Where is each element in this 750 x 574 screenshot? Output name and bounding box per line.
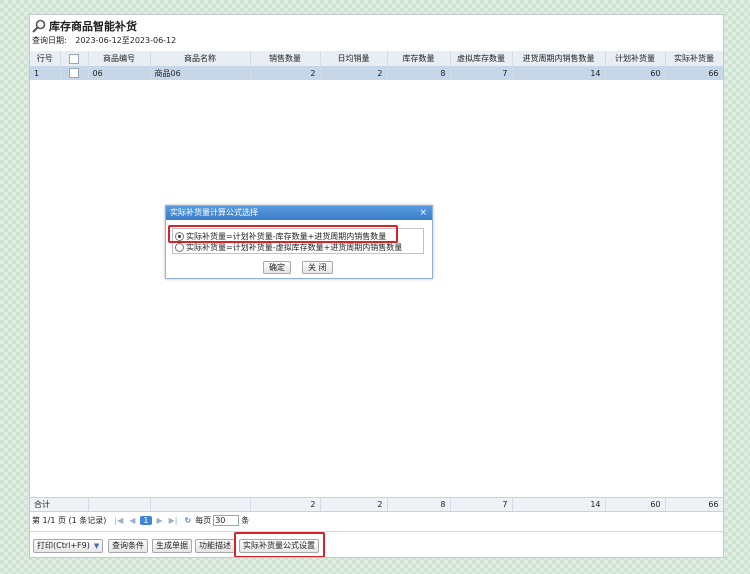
cell-sales-qty: 2	[250, 66, 321, 80]
query-date-label: 查询日期:	[32, 36, 67, 45]
query-date-value: 2023-06-12至2023-06-12	[75, 36, 177, 45]
cell-virtual-stock: 7	[450, 66, 513, 80]
cell-row-no: 1	[30, 66, 61, 80]
option-highlight	[168, 225, 398, 243]
footer-daily-avg: 2	[320, 497, 388, 512]
footer-virtual-stock: 7	[450, 497, 513, 512]
close-icon[interactable]: ×	[419, 206, 427, 220]
pagination-bar: 第 1/1 页 (1 条记录) |◀ ◀ 1 ▶ ▶| ↻ 每页 30 条	[32, 513, 249, 527]
grid-body: 1 06 商品06 2 2 8 7 14 60 66	[30, 66, 723, 80]
print-button[interactable]: 打印(Ctrl+F9) ▼	[33, 539, 104, 553]
col-sales-qty[interactable]: 销售数量	[250, 51, 321, 67]
cell-product-code: 06	[88, 66, 151, 80]
dialog-titlebar: 实际补货量计算公式选择 ×	[166, 206, 432, 220]
col-actual-qty[interactable]: 实际补货量	[665, 51, 723, 67]
next-page-button[interactable]: ▶	[157, 516, 163, 525]
cell-daily-avg: 2	[320, 66, 388, 80]
last-page-button[interactable]: ▶|	[169, 516, 178, 525]
footer-total-label: 合计	[30, 497, 89, 512]
prev-page-button[interactable]: ◀	[129, 516, 135, 525]
col-product-name[interactable]: 商品名称	[150, 51, 251, 67]
footer-stock-qty: 8	[387, 497, 451, 512]
footer-cycle-sales: 14	[512, 497, 606, 512]
col-cycle-sales[interactable]: 进货周期内销售数量	[512, 51, 606, 67]
cell-stock-qty: 8	[387, 66, 451, 80]
cell-cycle-sales: 14	[512, 66, 606, 80]
col-stock-qty[interactable]: 库存数量	[387, 51, 451, 67]
close-button[interactable]: 关 闭	[302, 261, 333, 274]
col-row-no[interactable]: 行号	[30, 51, 61, 67]
current-page-button[interactable]: 1	[140, 515, 152, 525]
formula-option-2[interactable]: 实际补货量=计划补货量-虚拟库存数量+进货周期内销售数量	[175, 242, 402, 252]
page-title: 库存商品智能补货	[49, 20, 137, 33]
footer-actual-qty: 66	[665, 497, 723, 512]
select-all-checkbox[interactable]	[69, 53, 79, 64]
query-conditions-button[interactable]: 查询条件	[108, 539, 148, 553]
page-size-label: 每页	[195, 515, 212, 525]
col-select-all[interactable]	[60, 51, 89, 67]
grid-footer: 合计 2 2 8 7 14 60 66	[30, 497, 723, 512]
bottom-toolbar: 打印(Ctrl+F9) ▼ 查询条件 生成单据 功能描述 实际补货量公式设置	[30, 531, 723, 557]
col-product-code[interactable]: 商品编号	[88, 51, 151, 67]
col-plan-qty[interactable]: 计划补货量	[605, 51, 666, 67]
first-page-button[interactable]: |◀	[114, 516, 123, 525]
refresh-icon[interactable]: ↻	[185, 516, 192, 525]
formula-dialog: 实际补货量计算公式选择 × 实际补货量=计划补货量-库存数量+进货周期内销售数量…	[165, 205, 433, 279]
radio-unselected[interactable]	[175, 242, 184, 252]
col-daily-avg[interactable]: 日均销量	[320, 51, 388, 67]
row-checkbox[interactable]	[69, 68, 79, 78]
function-description-button[interactable]: 功能描述	[195, 539, 235, 553]
chevron-down-icon[interactable]: ▼	[94, 540, 99, 552]
footer-plan-qty: 60	[605, 497, 666, 512]
search-icon	[32, 19, 46, 33]
page-header: 库存商品智能补货	[32, 18, 137, 34]
query-date-row: 查询日期: 2023-06-12至2023-06-12	[32, 35, 182, 46]
page-size-unit: 条	[241, 515, 250, 525]
ok-button[interactable]: 确定	[263, 261, 291, 274]
cell-actual-qty: 66	[665, 66, 723, 80]
cell-select[interactable]	[60, 66, 89, 80]
grid-header: 行号 商品编号 商品名称 销售数量 日均销量 库存数量 虚拟库存数量 进货周期内…	[30, 51, 723, 67]
table-row[interactable]: 1 06 商品06 2 2 8 7 14 60 66	[30, 66, 723, 80]
print-label: 打印(Ctrl+F9)	[37, 541, 90, 550]
col-virtual-stock[interactable]: 虚拟库存数量	[450, 51, 513, 67]
formula-button-highlight	[234, 532, 325, 557]
page-info: 第 1/1 页 (1 条记录)	[32, 515, 107, 525]
formula-option-2-label: 实际补货量=计划补货量-虚拟库存数量+进货周期内销售数量	[186, 242, 403, 252]
dialog-title: 实际补货量计算公式选择	[170, 208, 258, 217]
cell-product-name: 商品06	[150, 66, 251, 80]
generate-document-button[interactable]: 生成单据	[152, 539, 192, 553]
cell-plan-qty: 60	[605, 66, 666, 80]
page-size-input[interactable]: 30	[213, 514, 240, 526]
footer-sales-qty: 2	[250, 497, 321, 512]
main-window: 库存商品智能补货 查询日期: 2023-06-12至2023-06-12 行号 …	[29, 14, 724, 558]
